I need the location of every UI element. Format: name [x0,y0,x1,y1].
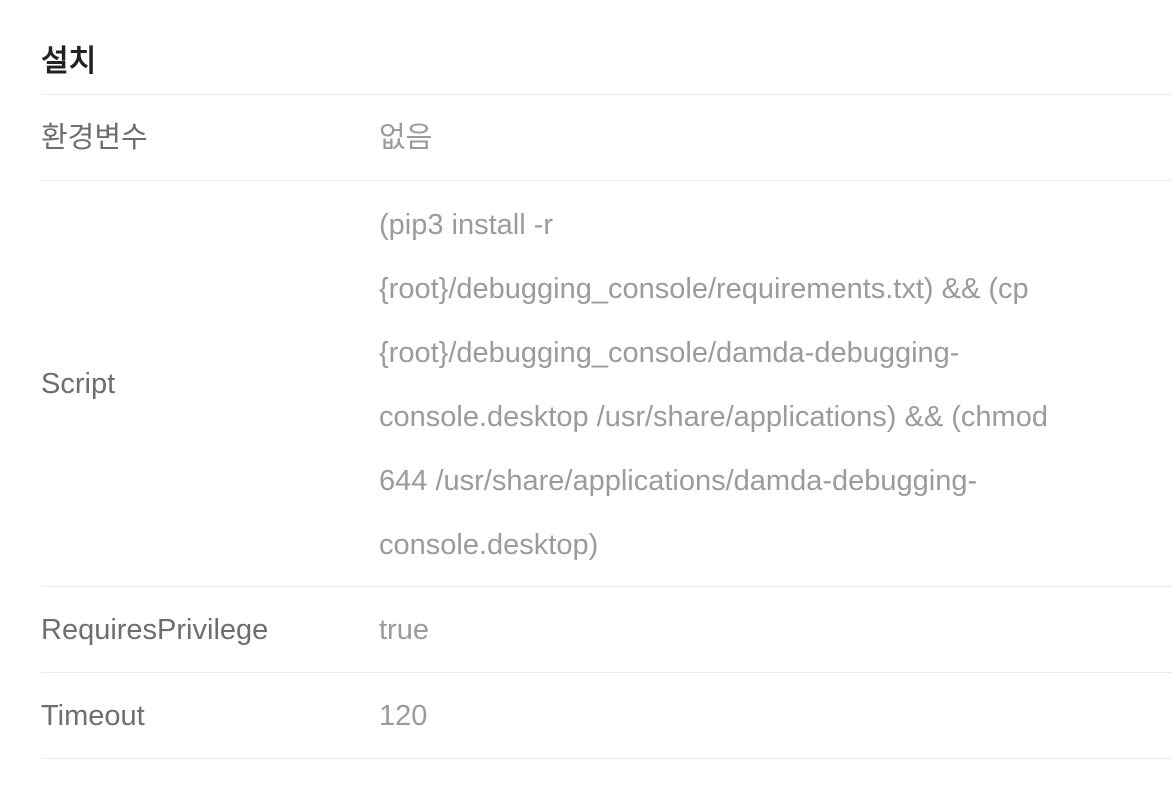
script-row: Script (pip3 install -r {root}/debugging… [41,181,1172,587]
env-vars-label: 환경변수 [41,121,148,154]
install-section: 설치 환경변수 없음 Script (pip3 install -r {root… [41,0,1172,759]
script-line: (pip3 install -r [379,208,554,241]
script-value: (pip3 install -r {root}/debugging_consol… [379,191,1172,577]
script-line: 644 /usr/share/applications/damda-debugg… [379,464,978,497]
script-line: {root}/debugging_console/damda-debugging… [379,336,960,369]
script-line: console.desktop /usr/share/applications)… [379,400,1048,433]
env-vars-row: 환경변수 없음 [41,95,1172,181]
requires-privilege-value: true [379,613,429,646]
script-line: {root}/debugging_console/requirements.tx… [379,272,1029,305]
timeout-value: 120 [379,699,428,732]
requires-privilege-row: RequiresPrivilege true [41,587,1172,673]
script-label: Script [41,367,116,400]
timeout-label: Timeout [41,699,145,732]
script-line: console.desktop) [379,528,599,561]
env-vars-value: 없음 [379,121,433,154]
requires-privilege-label: RequiresPrivilege [41,613,269,646]
timeout-row: Timeout 120 [41,673,1172,759]
section-title: 설치 [41,0,1172,95]
